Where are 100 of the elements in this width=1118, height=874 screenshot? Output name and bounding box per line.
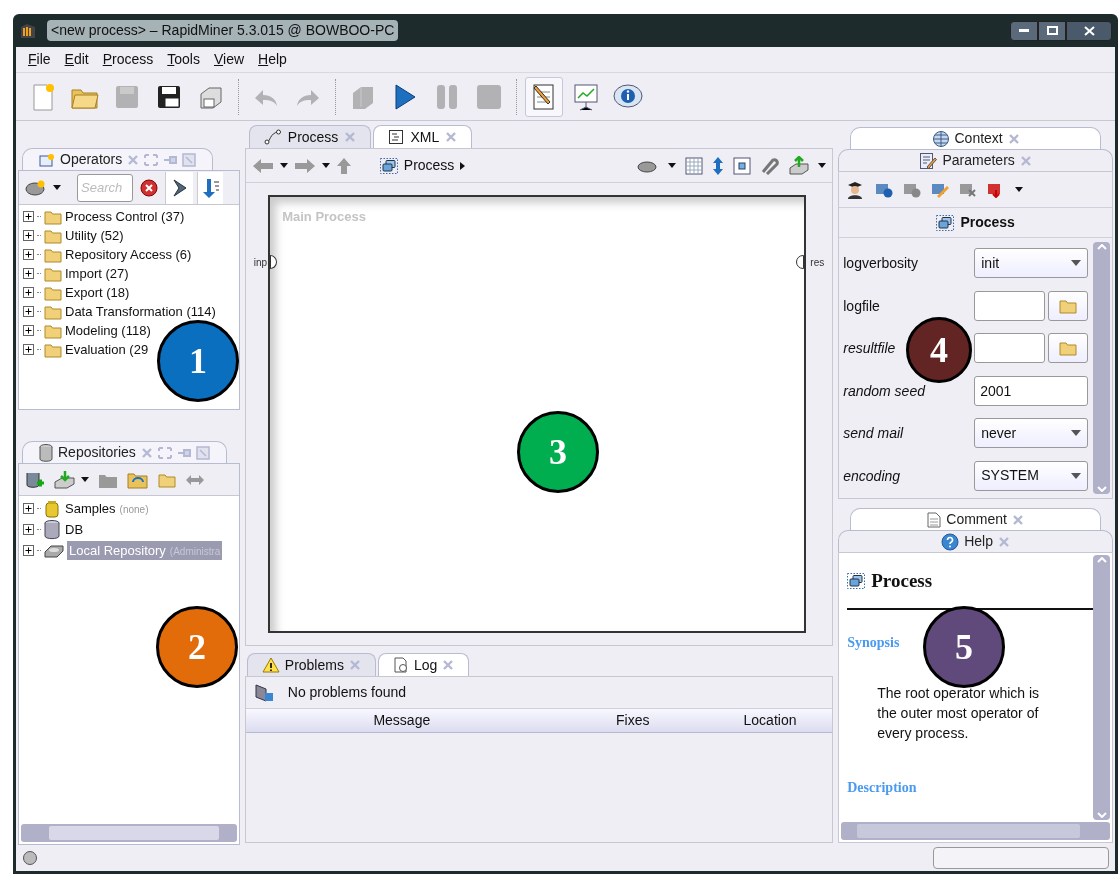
close-button[interactable] [1066, 20, 1112, 41]
repository-item[interactable]: Samples (none) [63, 498, 151, 519]
vertical-scrollbar[interactable] [1093, 242, 1110, 494]
dropdown-caret-icon [81, 477, 89, 482]
folder-icon [158, 471, 176, 488]
expand-icon[interactable] [23, 503, 34, 514]
column-header[interactable]: Fixes [557, 710, 708, 731]
stacked-windows-icon [379, 157, 398, 174]
panel-tab[interactable]: Comment [850, 508, 1101, 530]
expand-icon[interactable] [23, 249, 34, 260]
repository-item[interactable]: DB [63, 519, 86, 540]
dropdown[interactable]: never [974, 418, 1089, 449]
tree-item[interactable]: Export (18) [65, 282, 130, 303]
menu-item[interactable]: Help [256, 49, 289, 70]
close-icon [140, 446, 153, 459]
import-button[interactable] [54, 469, 89, 490]
input-port[interactable] [270, 255, 278, 269]
dropdown-caret-icon [53, 185, 61, 190]
expand-icon[interactable] [23, 211, 34, 222]
expand-icon[interactable] [23, 268, 34, 279]
forward-arrow-icon [293, 157, 316, 174]
menu-item[interactable]: Tools [165, 49, 202, 70]
tree-item[interactable]: Import (27) [65, 263, 129, 284]
column-header[interactable]: Location [707, 710, 833, 731]
dropdown[interactable]: init [974, 248, 1089, 279]
expand-icon[interactable] [23, 524, 34, 535]
expand-icon[interactable] [23, 325, 34, 336]
connector-curve-icon [263, 129, 282, 145]
menu-item[interactable]: Edit [62, 49, 91, 70]
clear-icon [140, 178, 158, 197]
breadcrumb-button[interactable]: Process [379, 155, 455, 176]
scroll-down-icon [1096, 486, 1107, 492]
panel-tab[interactable]: Repositories [22, 441, 227, 463]
view-tab[interactable]: Problems [246, 653, 376, 676]
folder-icon [44, 246, 62, 263]
sort-arrow-icon [201, 177, 220, 198]
tree-item[interactable]: Process Control (37) [65, 206, 185, 227]
tree-item[interactable]: Repository Access (6) [65, 244, 192, 265]
chart-board-icon [572, 81, 600, 112]
canvas-title: Main Process [281, 208, 367, 226]
tab-label: XML [410, 127, 440, 147]
fit-icon [733, 156, 752, 175]
maximize-button[interactable] [1038, 20, 1066, 41]
panel-tab[interactable]: Operators [22, 148, 214, 170]
panel-tab[interactable]: Parameters [838, 149, 1113, 171]
horizontal-scrollbar[interactable] [841, 822, 1110, 840]
scroll-up-icon [1096, 244, 1107, 250]
expand-icon[interactable] [23, 287, 34, 298]
panel-title: Operators [60, 150, 123, 169]
tab-label: Parameters [942, 151, 1015, 170]
dropdown[interactable]: SYSTEM [974, 460, 1089, 491]
operator-icon [39, 152, 55, 167]
view-tab[interactable]: XML [373, 125, 473, 148]
search-field[interactable]: Search [77, 173, 133, 202]
close-icon [344, 131, 357, 143]
expand-icon[interactable] [23, 230, 34, 241]
minimize-button[interactable] [1010, 20, 1038, 41]
close-icon [1019, 154, 1032, 167]
tree-item[interactable]: Evaluation (29 [65, 339, 149, 360]
file-input[interactable] [974, 333, 1046, 364]
expand-icon[interactable] [23, 545, 34, 556]
filter-button[interactable] [165, 171, 193, 204]
tree-item[interactable]: Utility (52) [65, 225, 124, 246]
parameter-label: logverbosity [843, 255, 918, 272]
column-header[interactable]: Message [245, 710, 558, 731]
operator-disabled-icon [903, 181, 922, 198]
sort-button[interactable] [197, 171, 223, 204]
horizontal-scrollbar[interactable] [21, 824, 237, 842]
jar-icon [44, 499, 60, 518]
output-port[interactable] [796, 255, 805, 269]
menu-item[interactable]: Process [100, 49, 156, 70]
panel-tab[interactable]: Context [850, 127, 1101, 149]
help-heading: Synopsis [847, 633, 900, 652]
port-label: inp [253, 256, 268, 270]
menu-item[interactable]: File [26, 49, 53, 70]
folder-icon [44, 284, 62, 301]
view-tab[interactable]: Process [248, 125, 372, 148]
dropdown-caret-icon [1071, 430, 1082, 437]
folder-icon [44, 265, 62, 282]
expand-icon[interactable] [23, 306, 34, 317]
close-icon [998, 535, 1010, 548]
globe-icon [931, 129, 950, 148]
folder-icon [44, 303, 62, 320]
pencil-icon [931, 181, 950, 198]
text-input[interactable]: 2001 [974, 375, 1089, 406]
up-arrow-icon [335, 156, 352, 175]
browse-button[interactable] [1048, 290, 1089, 321]
vertical-scrollbar[interactable] [1093, 555, 1110, 820]
browse-button[interactable] [1048, 333, 1089, 364]
tree-item[interactable]: Modeling (118) [65, 320, 151, 341]
view-tab[interactable]: Log [377, 653, 470, 676]
dropdown-caret-icon [668, 163, 677, 168]
tree-item[interactable]: Data Transformation (114) [65, 301, 216, 322]
operator-menu-button[interactable] [23, 178, 63, 197]
port-label: res [810, 256, 825, 270]
problems-status: No problems found [287, 683, 407, 702]
file-input[interactable] [974, 290, 1046, 321]
expand-icon[interactable] [23, 344, 34, 355]
menu-item[interactable]: View [212, 49, 247, 70]
panel-tab[interactable]: Help [838, 530, 1113, 552]
